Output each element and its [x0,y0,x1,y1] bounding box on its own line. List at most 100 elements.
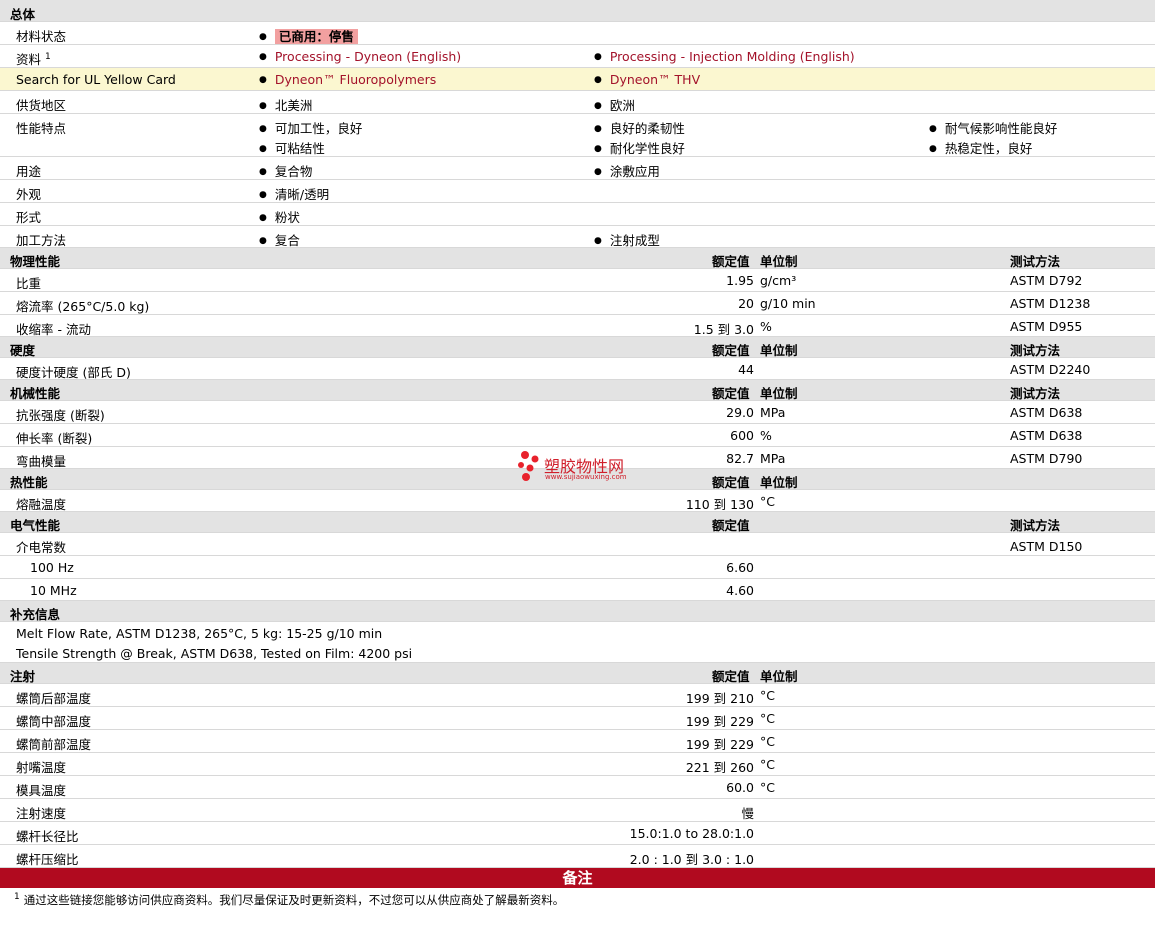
table-row: 伸长率 (断裂) 600 % ASTM D638 [0,424,1155,447]
ul-link-2[interactable]: Dyneon™ THV [594,72,700,87]
col-unit: 单位制 [760,386,798,401]
prop-unit: % [760,319,772,334]
prop-name: 比重 [16,276,42,291]
prop-name: 熔融温度 [16,497,67,512]
prop-value: 1.5 到 3.0 [693,322,754,337]
prop-value: 2.0 : 1.0 到 3.0 : 1.0 [629,852,754,867]
col-unit: 单位制 [760,475,798,490]
prop-value: 110 到 130 [685,497,754,512]
col-value: 额定值 [712,254,750,269]
prop-value: 慢 [741,806,754,821]
notes-row: 1 通过这些链接您能够访问供应商资料。我们尽量保证及时更新资料，不过您可以从供应… [0,888,1155,918]
prop-unit: °C [760,734,775,749]
table-row: 收缩率 - 流动 1.5 到 3.0 % ASTM D955 [0,315,1155,337]
section-general-header: 总体 [0,0,1155,22]
prop-unit: MPa [760,405,786,420]
section-electrical-header: 电气性能 额定值 测试方法 [0,512,1155,533]
prop-name: 介电常数 [16,540,67,555]
prop-unit: % [760,428,772,443]
col-value: 额定值 [712,475,750,490]
prop-value: 60.0 [726,780,754,795]
prop-value: 600 [730,428,754,443]
prop-name: 螺筒后部温度 [16,691,92,706]
docs-row: 资料 1 Processing - Dyneon (English) Proce… [0,45,1155,68]
col-unit: 单位制 [760,343,798,358]
prop-value: 29.0 [726,405,754,420]
prop-unit: MPa [760,451,786,466]
form-item: 粉状 [259,207,300,226]
section-mechanical-header: 机械性能 额定值 单位制 测试方法 [0,380,1155,401]
prop-name: 熔流率 (265°C/5.0 kg) [16,299,150,314]
prop-name: 模具温度 [16,783,67,798]
col-test: 测试方法 [1010,386,1061,401]
appearance-row: 外观 清晰/透明 [0,180,1155,203]
table-row: 熔融温度 110 到 130 °C [0,490,1155,512]
use-item: 涂敷应用 [594,161,660,180]
prop-value: 4.60 [726,583,754,598]
prop-test: ASTM D790 [1010,451,1083,466]
supplement-line: Melt Flow Rate, ASTM D1238, 265°C, 5 kg:… [16,626,383,641]
prop-name: 射嘴温度 [16,760,67,775]
table-row: 10 MHz 4.60 [0,579,1155,601]
prop-value: 15.0:1.0 to 28.0:1.0 [629,826,754,841]
col-unit: 单位制 [760,669,798,684]
feature-item: 可加工性，良好 [259,118,363,137]
status-row: 材料状态 已商用：停售 [0,22,1155,45]
use-row: 用途 复合物 涂敷应用 [0,157,1155,180]
table-row: 硬度计硬度 (部氏 D) 44 ASTM D2240 [0,358,1155,380]
prop-unit: °C [760,688,775,703]
table-row: 100 Hz 6.60 [0,556,1155,579]
prop-name: 螺杆长径比 [16,829,79,844]
form-label: 形式 [16,210,42,225]
region-row: 供货地区 北美洲 欧洲 [0,91,1155,114]
feature-item: 良好的柔韧性 [594,118,685,137]
process-label: 加工方法 [16,233,67,248]
prop-subname: 100 Hz [30,560,74,575]
prop-name: 伸长率 (断裂) [16,431,93,446]
table-row: 熔流率 (265°C/5.0 kg) 20 g/10 min ASTM D123… [0,292,1155,315]
region-item: 北美洲 [259,95,313,114]
prop-name: 弯曲模量 [16,454,67,469]
watermark-url: www.sujiaowuxing.com [545,473,627,481]
table-row: 螺杆长径比 15.0:1.0 to 28.0:1.0 [0,822,1155,845]
section-title: 总体 [10,7,36,22]
prop-value: 1.95 [726,273,754,288]
prop-unit: °C [760,711,775,726]
prop-subname: 10 MHz [30,583,77,598]
ul-link-1[interactable]: Dyneon™ Fluoropolymers [259,72,436,87]
process-item: 注射成型 [594,230,660,249]
prop-test: ASTM D150 [1010,539,1083,554]
features-row: 性能特点 可加工性，良好 良好的柔韧性 耐气候影响性能良好 可粘结性 耐化学性良… [0,114,1155,157]
prop-unit: g/10 min [760,296,816,311]
prop-name: 硬度计硬度 (部氏 D) [16,365,131,380]
prop-value: 6.60 [726,560,754,575]
process-item: 复合 [259,230,300,249]
prop-name: 抗张强度 (断裂) [16,408,105,423]
prop-name: 螺筒中部温度 [16,714,92,729]
region-item: 欧洲 [594,95,635,114]
appearance-item: 清晰/透明 [259,184,329,203]
use-label: 用途 [16,164,42,179]
prop-value: 44 [738,362,754,377]
ul-row: Search for UL Yellow Card Dyneon™ Fluoro… [0,68,1155,91]
doc-link-1[interactable]: Processing - Dyneon (English) [259,49,461,64]
notes-text: 1 通过这些链接您能够访问供应商资料。我们尽量保证及时更新资料，不过您可以从供应… [14,892,565,908]
col-test: 测试方法 [1010,518,1061,533]
docs-label: 资料 1 [16,51,51,67]
prop-value: 199 到 229 [685,737,754,752]
col-value: 额定值 [712,386,750,401]
prop-test: ASTM D2240 [1010,362,1091,377]
notes-header: 备注 [0,868,1155,888]
col-test: 测试方法 [1010,254,1061,269]
features-label: 性能特点 [16,121,67,136]
section-title: 机械性能 [10,386,61,401]
table-row: 螺筒前部温度 199 到 229 °C [0,730,1155,753]
prop-value: 82.7 [726,451,754,466]
prop-test: ASTM D955 [1010,319,1083,334]
feature-item: 可粘结性 [259,138,325,157]
prop-value: 20 [738,296,754,311]
prop-value: 199 到 229 [685,714,754,729]
status-badge: 已商用：停售 [274,29,358,44]
doc-link-2[interactable]: Processing - Injection Molding (English) [594,49,855,64]
col-value: 额定值 [712,669,750,684]
